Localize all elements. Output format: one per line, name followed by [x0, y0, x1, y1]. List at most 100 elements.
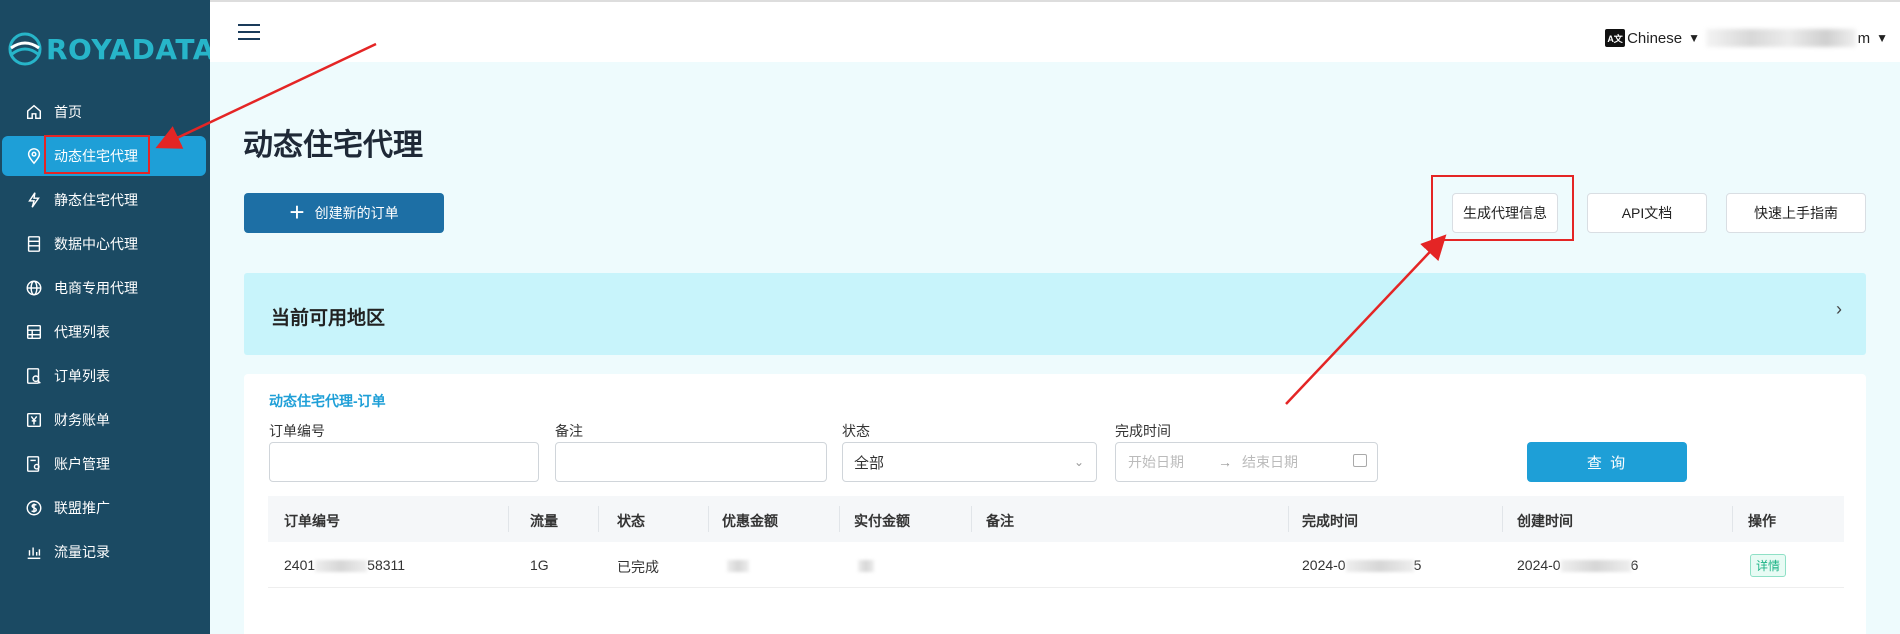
user-email-suffix: m: [1857, 29, 1871, 47]
column-header: 优惠金额: [722, 513, 778, 529]
sidebar-item-order-list[interactable]: 订单列表: [0, 356, 210, 396]
end-date-placeholder[interactable]: 结束日期: [1242, 452, 1298, 472]
column-divider: [1502, 506, 1503, 532]
brand-logo[interactable]: ROYADATA: [8, 32, 215, 66]
order-no-prefix: 2401: [284, 557, 316, 573]
sidebar-item-label: 账户管理: [54, 456, 110, 472]
chevron-down-icon: ▼: [1876, 31, 1888, 45]
api-docs-button[interactable]: API文档: [1587, 193, 1707, 233]
sidebar-item-finance-bill[interactable]: 财务账单: [0, 400, 210, 440]
translate-icon: A文: [1605, 29, 1626, 47]
order-no-suffix: 58311: [367, 557, 406, 573]
column-header: 备注: [986, 513, 1014, 529]
sidebar-item-static-residential-proxy[interactable]: 静态住宅代理: [0, 180, 210, 220]
cell-finish-time: 2024-0 5: [1302, 557, 1421, 573]
column-divider: [508, 506, 509, 532]
order-search-icon: [24, 366, 44, 386]
plus-icon: +: [289, 196, 305, 227]
sidebar-item-label: 动态住宅代理: [54, 148, 138, 164]
query-button[interactable]: 查 询: [1527, 442, 1687, 482]
language-selector[interactable]: A文 Chinese ▼: [1605, 29, 1700, 47]
column-header: 操作: [1748, 513, 1776, 529]
sidebar-item-label: 首页: [54, 104, 82, 120]
column-header: 实付金额: [854, 513, 910, 529]
cell-create-time: 2024-0 6: [1517, 557, 1638, 573]
user-menu[interactable]: m ▼: [1705, 29, 1888, 47]
sidebar-item-account-management[interactable]: 账户管理: [0, 444, 210, 484]
range-arrow-icon: →: [1218, 454, 1232, 470]
chevron-down-icon: ▼: [1688, 31, 1700, 45]
redacted-value: [1345, 560, 1414, 573]
status-label: 状态: [842, 423, 870, 439]
sidebar-item-label: 电商专用代理: [54, 280, 138, 296]
globe-icon: [24, 278, 44, 298]
generate-proxy-info-button[interactable]: 生成代理信息: [1452, 193, 1558, 233]
create-order-label: 创建新的订单: [314, 205, 399, 221]
main-content: 动态住宅代理 + 创建新的订单 生成代理信息 API文档 快速上手指南 当前可用…: [210, 62, 1900, 634]
page-title: 动态住宅代理: [243, 129, 423, 162]
quick-start-guide-button[interactable]: 快速上手指南: [1726, 193, 1866, 233]
sidebar-item-home[interactable]: 首页: [0, 92, 210, 132]
dollar-circle-icon: [24, 498, 44, 518]
sidebar-item-ecommerce-proxy[interactable]: 电商专用代理: [0, 268, 210, 308]
sidebar-item-label: 静态住宅代理: [54, 192, 138, 208]
status-select[interactable]: 全部 ⌄: [842, 442, 1097, 482]
region-title: 当前可用地区: [271, 308, 386, 329]
yen-bill-icon: [24, 410, 44, 430]
sidebar-item-label: 代理列表: [54, 324, 110, 340]
start-date-placeholder[interactable]: 开始日期: [1128, 452, 1184, 472]
sidebar-nav: 首页 动态住宅代理 静态住宅代理 数据中心代理 电商专用代理 代理列表 订单列表: [0, 92, 210, 576]
account-icon: [24, 454, 44, 474]
cell-traffic: 1G: [530, 557, 549, 573]
remark-label: 备注: [555, 423, 583, 439]
orders-card-title: 动态住宅代理-订单: [269, 393, 386, 409]
finish-time-label: 完成时间: [1115, 423, 1171, 439]
create-time-suffix: 6: [1630, 557, 1639, 573]
status-select-value: 全部: [854, 454, 885, 472]
create-order-button[interactable]: + 创建新的订单: [244, 193, 444, 233]
remark-input[interactable]: [555, 442, 827, 482]
sidebar: ROYADATA 首页 动态住宅代理 静态住宅代理 数据中心代理 电商专用代理 …: [0, 0, 214, 634]
top-bar: A文 Chinese ▼ m ▼: [210, 0, 1900, 62]
cell-paid-redacted: [858, 557, 874, 573]
sidebar-item-label: 财务账单: [54, 412, 110, 428]
column-divider: [598, 506, 599, 532]
language-label: Chinese: [1627, 29, 1683, 47]
sidebar-item-label: 数据中心代理: [54, 236, 138, 252]
server-icon: [24, 234, 44, 254]
chevron-right-icon[interactable]: ›: [1836, 299, 1842, 320]
available-regions-panel[interactable]: 当前可用地区 ›: [244, 273, 1866, 355]
table-row: 2401 58311 1G 已完成 2024-0 5 2024-0 6 详情: [268, 542, 1844, 588]
order-no-input[interactable]: [269, 442, 539, 482]
home-icon: [24, 102, 44, 122]
orders-table-header: 订单编号 流量 状态 优惠金额 实付金额 备注 完成时间 创建时间 操作: [268, 496, 1844, 542]
column-header: 状态: [617, 513, 645, 529]
detail-link[interactable]: 详情: [1750, 554, 1787, 577]
orders-card: 动态住宅代理-订单 订单编号 备注 状态 全部 ⌄ 完成时间 开始日期 → 结束…: [244, 374, 1866, 634]
brand-name: ROYADATA: [46, 32, 215, 66]
menu-toggle-icon[interactable]: [238, 24, 260, 42]
sidebar-item-traffic-records[interactable]: 流量记录: [0, 532, 210, 572]
column-header: 创建时间: [1517, 513, 1573, 529]
list-icon: [24, 322, 44, 342]
sidebar-item-datacenter-proxy[interactable]: 数据中心代理: [0, 224, 210, 264]
sidebar-item-proxy-list[interactable]: 代理列表: [0, 312, 210, 352]
bar-chart-icon: [24, 542, 44, 562]
column-header: 流量: [530, 513, 558, 529]
sidebar-item-label: 流量记录: [54, 544, 110, 560]
redacted-value: [315, 560, 368, 573]
cell-discount-redacted: [727, 557, 749, 573]
cell-order-no: 2401 58311: [284, 557, 405, 573]
chevron-down-icon: ⌄: [1073, 455, 1084, 469]
date-range-picker[interactable]: 开始日期 → 结束日期: [1115, 442, 1378, 482]
location-pin-icon: [24, 146, 44, 166]
cell-status: 已完成: [617, 559, 659, 575]
sidebar-item-label: 联盟推广: [54, 500, 110, 516]
column-divider: [1732, 506, 1733, 532]
column-divider: [839, 506, 840, 532]
user-email-redacted: [1705, 29, 1856, 47]
sidebar-item-affiliate[interactable]: 联盟推广: [0, 488, 210, 528]
create-time-prefix: 2024-0: [1517, 557, 1561, 573]
sidebar-item-dynamic-residential-proxy[interactable]: 动态住宅代理: [2, 136, 206, 176]
sidebar-item-label: 订单列表: [54, 368, 110, 384]
